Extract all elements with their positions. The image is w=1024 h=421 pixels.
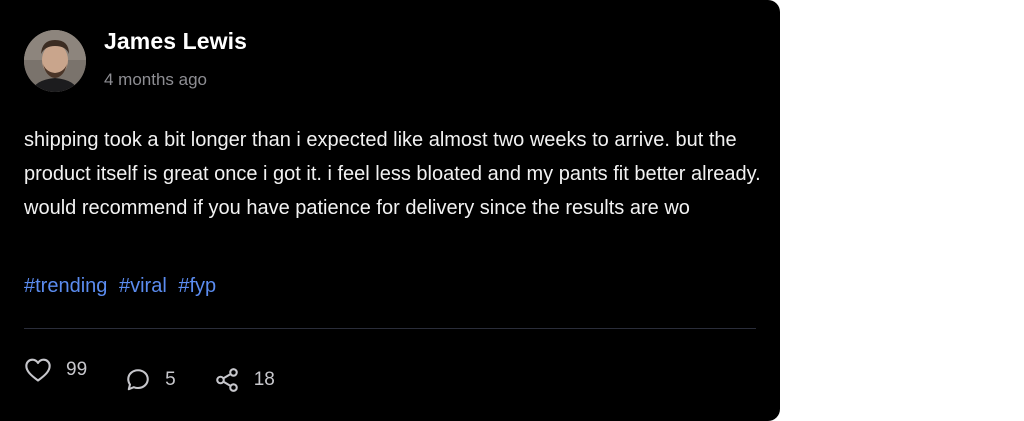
avatar-photo: [24, 30, 86, 92]
post-body: shipping took a bit longer than i expect…: [24, 129, 761, 219]
post-card: James Lewis 4 months ago shipping took a…: [0, 0, 780, 421]
like-button[interactable]: 99: [24, 357, 87, 383]
divider: [24, 328, 756, 329]
share-button[interactable]: 18: [214, 367, 275, 393]
avatar[interactable]: [24, 30, 86, 92]
post-actions: 99 5 18: [24, 348, 275, 396]
comment-bubble-icon: [125, 367, 151, 393]
like-count: 99: [66, 359, 88, 380]
share-icon: [214, 367, 240, 393]
share-count: 18: [253, 369, 275, 390]
hashtag-link[interactable]: #trending: [24, 275, 107, 297]
author-name[interactable]: James Lewis: [104, 28, 247, 55]
comment-button[interactable]: 5: [125, 367, 176, 393]
post-timestamp: 4 months ago: [104, 70, 208, 89]
hashtag-link[interactable]: #viral: [119, 275, 167, 297]
heart-icon: [24, 357, 52, 383]
hashtag-link[interactable]: #fyp: [178, 275, 216, 297]
hashtag-list: #trending #viral #fyp: [24, 275, 222, 298]
comment-count: 5: [165, 369, 176, 390]
